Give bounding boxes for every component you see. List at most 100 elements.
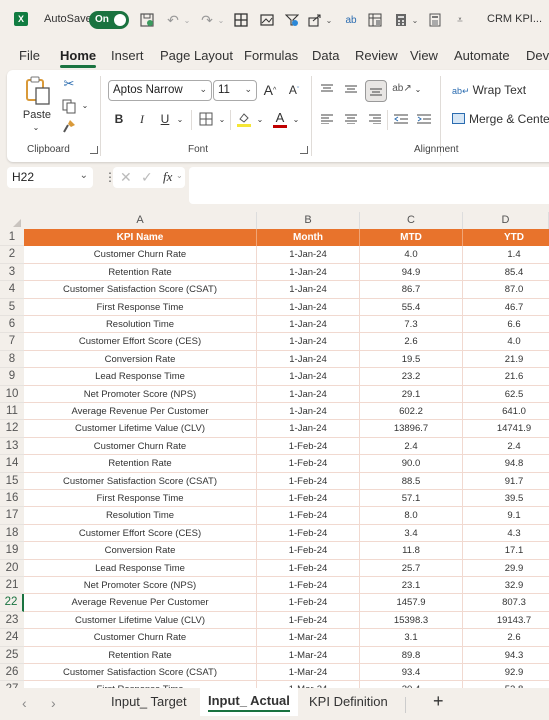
format-painter-icon[interactable]	[61, 118, 77, 134]
cell[interactable]: 602.2	[360, 403, 463, 421]
cell[interactable]: Net Promoter Score (NPS)	[24, 385, 257, 403]
cell[interactable]: 19.5	[360, 350, 463, 369]
cell[interactable]: First Response Time	[24, 681, 257, 688]
cell[interactable]: 25.7	[360, 559, 463, 577]
decrease-font-size-button[interactable]: Aˇ	[285, 80, 303, 100]
filter-icon[interactable]	[283, 10, 301, 30]
autosave-toggle[interactable]: On	[89, 11, 129, 29]
sheet-tab-input-target[interactable]: Input_ Target	[111, 694, 187, 709]
cell[interactable]: 1-Feb-24	[257, 559, 360, 577]
row-number[interactable]: 14	[0, 455, 24, 473]
row-number[interactable]: 13	[0, 437, 24, 456]
undo-dropdown-icon[interactable]: ⌄	[183, 10, 191, 30]
cell[interactable]: 86.7	[360, 281, 463, 299]
cell[interactable]: 1-Jan-24	[257, 263, 360, 282]
cell[interactable]: 7.3	[360, 316, 463, 334]
cell[interactable]: Customer Churn Rate	[24, 437, 257, 456]
cell[interactable]: 1-Jan-24	[257, 298, 360, 316]
align-left-icon[interactable]	[319, 110, 335, 128]
row-number[interactable]: 16	[0, 490, 24, 508]
tab-file[interactable]: File	[19, 48, 40, 63]
tab-page-layout[interactable]: Page Layout	[160, 48, 233, 63]
next-sheet-icon[interactable]: ›	[51, 695, 56, 711]
row-number[interactable]: 1	[0, 229, 24, 247]
row-number[interactable]: 21	[0, 577, 24, 595]
tab-automate[interactable]: Automate	[454, 48, 510, 63]
tab-insert[interactable]: Insert	[111, 48, 144, 63]
cell[interactable]: 94.3	[463, 647, 549, 664]
cell[interactable]: 1-Feb-24	[257, 524, 360, 543]
cell[interactable]: 1-Feb-24	[257, 437, 360, 456]
cell[interactable]: 1-Feb-24	[257, 507, 360, 525]
cell[interactable]: Conversion Rate	[24, 350, 257, 369]
cell[interactable]: 641.0	[463, 403, 549, 421]
cell[interactable]: 1-Jan-24	[257, 350, 360, 369]
redo-icon[interactable]: ↷	[198, 10, 216, 30]
cell[interactable]: Customer Lifetime Value (CLV)	[24, 420, 257, 438]
header-cell[interactable]: KPI Name	[24, 229, 257, 247]
share-icon[interactable]	[306, 10, 324, 30]
bold-button[interactable]: B	[111, 110, 127, 128]
cell[interactable]: Resolution Time	[24, 316, 257, 334]
increase-font-size-button[interactable]: A ^	[261, 80, 279, 100]
cell[interactable]: 1457.9	[360, 594, 463, 612]
cell[interactable]: 1-Feb-24	[257, 472, 360, 490]
cell[interactable]: 46.7	[463, 299, 549, 316]
cell[interactable]: 23.2	[360, 368, 463, 386]
row-number[interactable]: 7	[0, 333, 24, 351]
cell[interactable]: 807.3	[463, 594, 549, 612]
cell[interactable]: 1-Feb-24	[257, 611, 360, 630]
calculator-alt-icon[interactable]	[426, 10, 444, 30]
name-box[interactable]: H22 ⌄	[7, 167, 93, 188]
row-number[interactable]: 19	[0, 542, 24, 560]
row-number[interactable]: 3	[0, 263, 24, 282]
row-number[interactable]: 5	[0, 298, 24, 316]
cell[interactable]: 14741.9	[463, 420, 549, 438]
row-number[interactable]: 11	[0, 403, 24, 421]
cell[interactable]: 92.9	[463, 664, 549, 682]
row-number[interactable]: 8	[0, 350, 24, 369]
header-cell[interactable]: Month	[257, 229, 360, 247]
row-number[interactable]: 24	[0, 629, 24, 647]
save-icon[interactable]	[138, 10, 156, 30]
tab-review[interactable]: Review	[355, 48, 398, 63]
cell[interactable]: 1-Jan-24	[257, 246, 360, 264]
cancel-icon[interactable]: ✕	[120, 169, 132, 186]
cell[interactable]: 1-Feb-24	[257, 594, 360, 612]
picture-icon[interactable]	[258, 10, 276, 30]
cell[interactable]: 90.0	[360, 455, 463, 473]
cell[interactable]: 39.5	[463, 490, 549, 508]
row-number[interactable]: 4	[0, 281, 24, 299]
cell[interactable]: 1-Jan-24	[257, 385, 360, 403]
cell[interactable]: 94.9	[360, 263, 463, 282]
cell[interactable]: 88.5	[360, 472, 463, 490]
copy-icon[interactable]	[60, 97, 78, 115]
paste-button[interactable]: Paste	[19, 108, 55, 122]
cell[interactable]: 1-Feb-24	[257, 455, 360, 473]
row-number[interactable]: 2	[0, 246, 24, 264]
cell[interactable]: 9.1	[463, 507, 549, 525]
undo-icon[interactable]: ↶	[164, 10, 182, 30]
cell[interactable]: 89.8	[360, 646, 463, 664]
cell[interactable]: 1-Feb-24	[257, 542, 360, 560]
cell[interactable]: 6.6	[463, 316, 549, 334]
clipboard-launcher-icon[interactable]	[90, 146, 98, 154]
merge-center-button[interactable]: Merge & Center	[452, 112, 549, 126]
insert-function-button[interactable]: fx	[163, 169, 172, 185]
cell[interactable]: 21.6	[463, 368, 549, 386]
cell[interactable]: Conversion Rate	[24, 542, 257, 560]
tab-developer[interactable]: Deve	[526, 48, 549, 63]
borders-button[interactable]	[197, 110, 215, 128]
sheet-tab-input-actual[interactable]: Input_ Actual	[200, 688, 298, 716]
copy-dropdown-icon[interactable]: ⌄	[80, 100, 90, 110]
paste-dropdown-icon[interactable]: ⌄	[29, 122, 43, 132]
row-number[interactable]: 6	[0, 316, 24, 334]
cell[interactable]: Customer Effort Score (CES)	[24, 333, 257, 351]
cell[interactable]: 1-Jan-24	[257, 333, 360, 351]
cell[interactable]: 1-Mar-24	[257, 664, 360, 682]
column-header-c[interactable]: C	[360, 212, 463, 229]
cell[interactable]: Average Revenue Per Customer	[24, 403, 257, 421]
cell[interactable]: 29.9	[463, 560, 549, 577]
cell[interactable]: 8.0	[360, 507, 463, 525]
calculator-dropdown-icon[interactable]: ⌄	[411, 10, 419, 30]
